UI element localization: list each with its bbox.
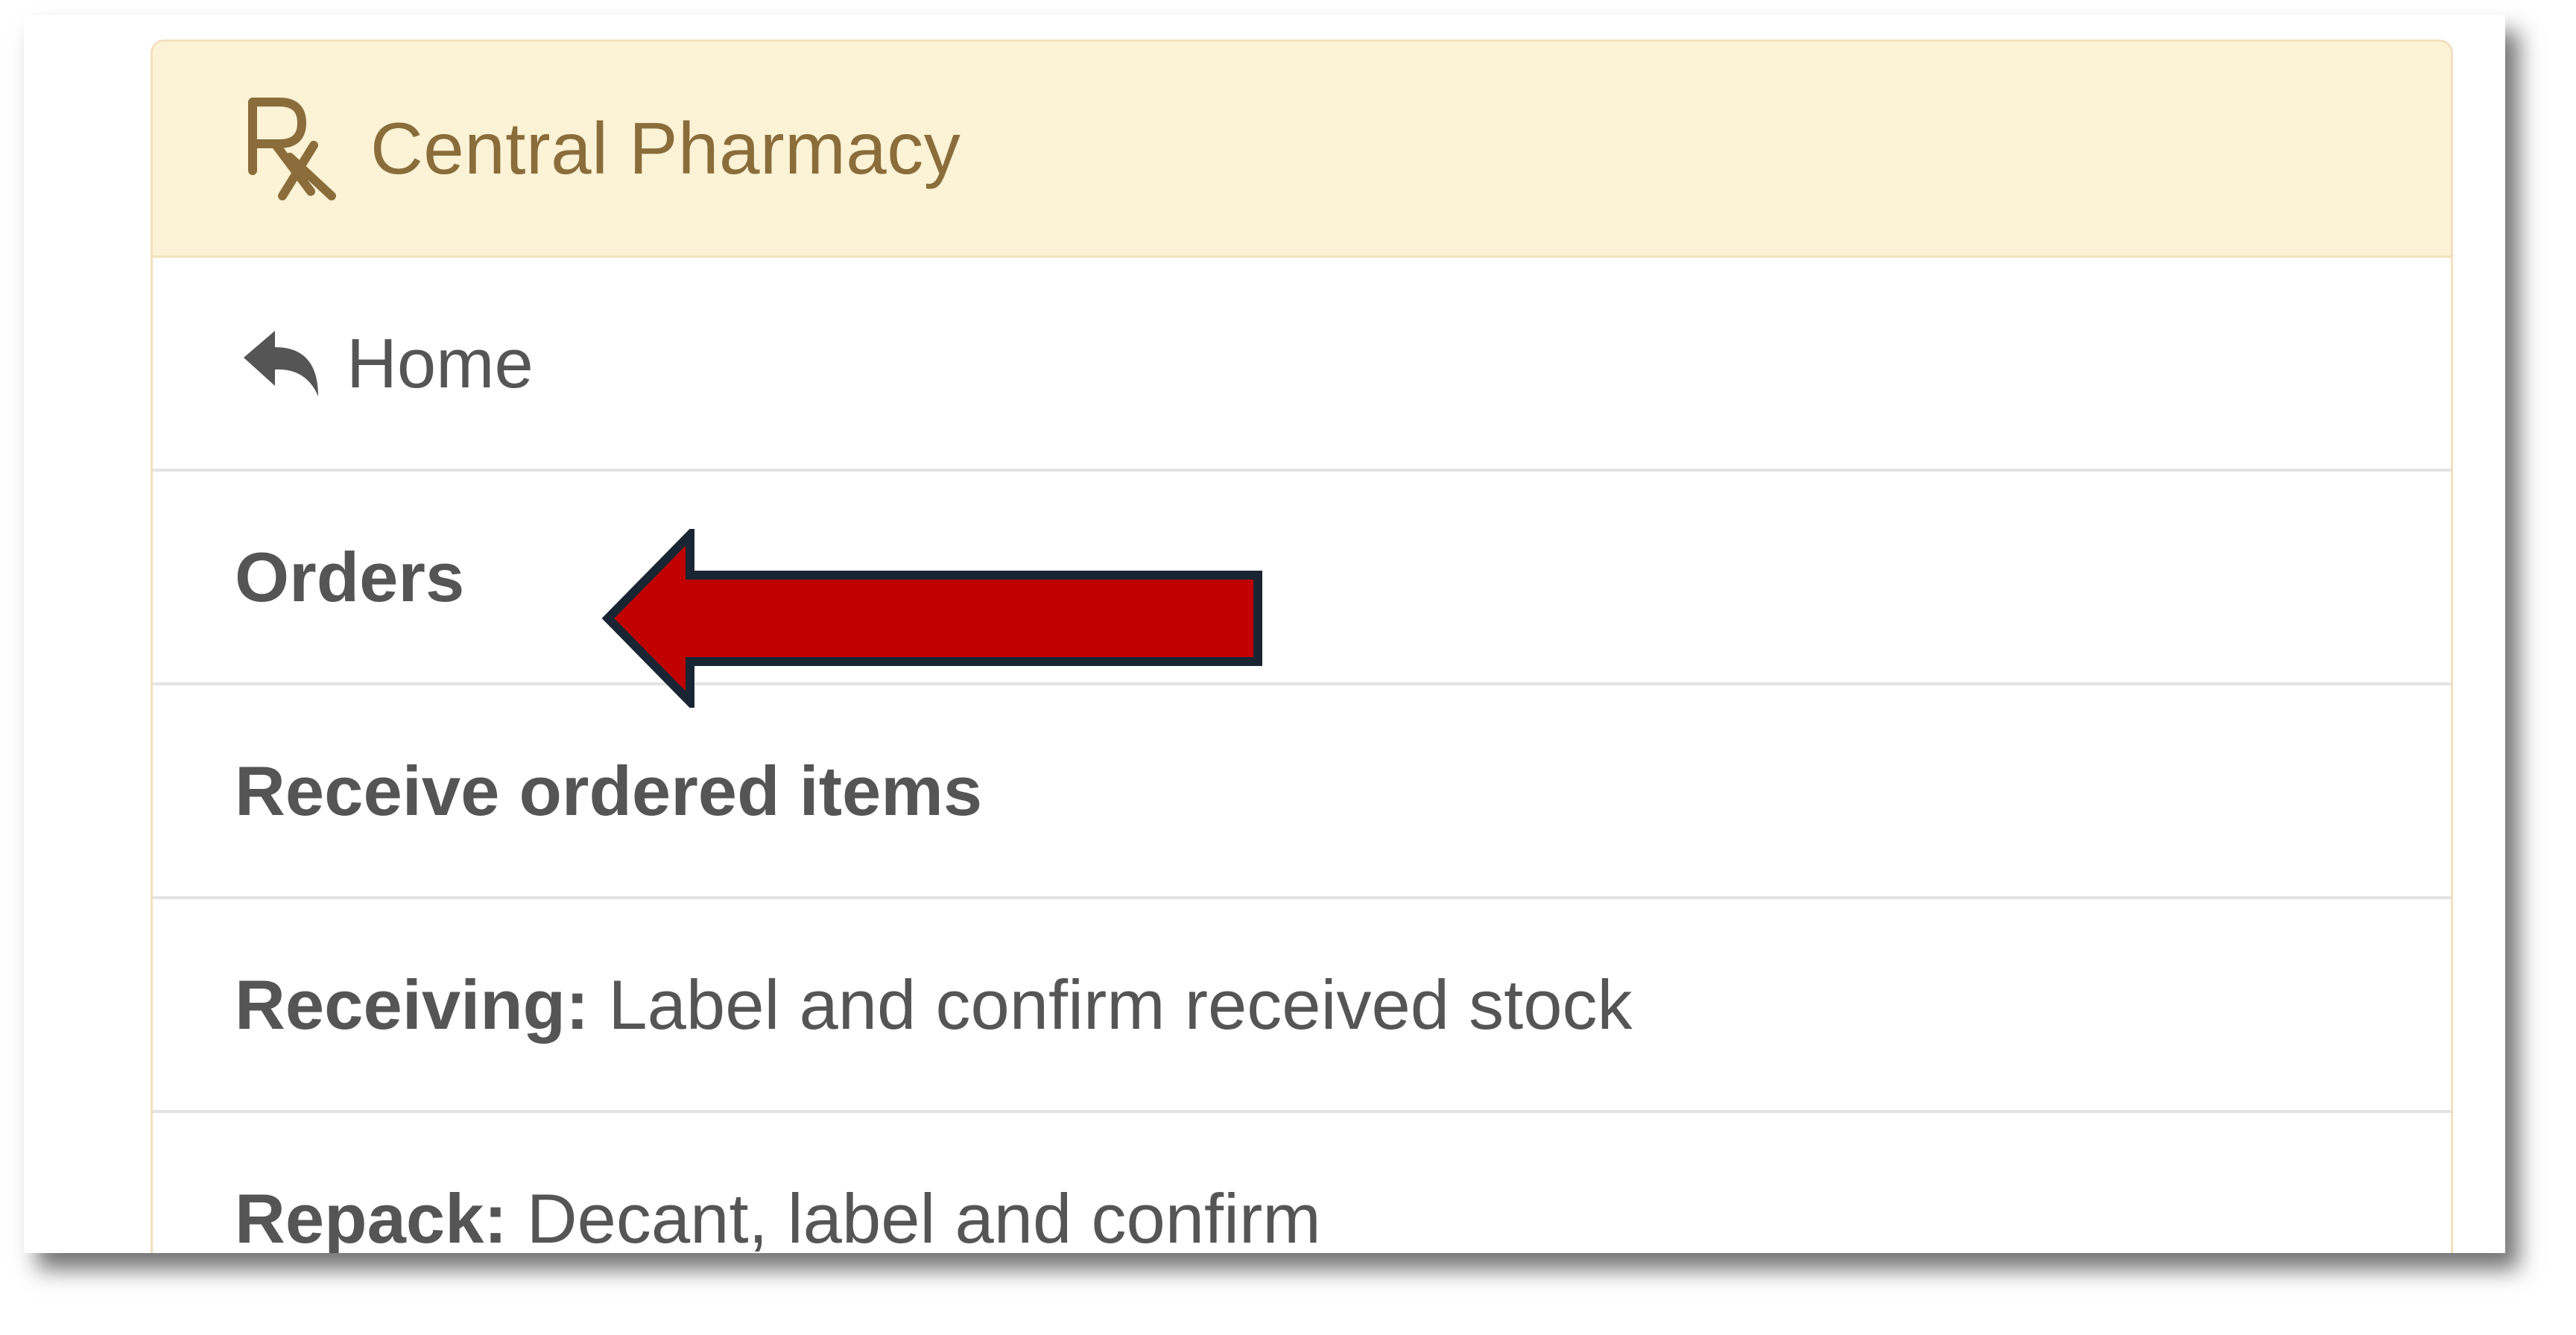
panel-title: Central Pharmacy bbox=[370, 107, 961, 189]
menu-item-description: Decant, label and confirm bbox=[526, 1179, 1321, 1254]
menu-item-home[interactable]: Home bbox=[153, 258, 2451, 472]
menu-item-receive-ordered-items[interactable]: Receive ordered items bbox=[153, 685, 2451, 899]
screenshot-frame: Central Pharmacy Home Orders Receive ord… bbox=[24, 15, 2505, 1253]
menu-item-description: Label and confirm received stock bbox=[608, 965, 1633, 1044]
menu-item-orders[interactable]: Orders bbox=[153, 472, 2451, 685]
menu-item-label: Receive ordered items bbox=[235, 751, 983, 830]
menu-item-label: Repack: bbox=[235, 1179, 507, 1254]
reply-arrow-icon bbox=[241, 328, 323, 399]
menu-item-label: Orders bbox=[235, 537, 465, 616]
rx-icon bbox=[242, 93, 339, 205]
pharmacy-menu-panel: Central Pharmacy Home Orders Receive ord… bbox=[151, 39, 2453, 1253]
pointer-arrow-icon bbox=[601, 524, 1273, 713]
menu-item-label: Home bbox=[346, 323, 534, 402]
menu-item-label: Receiving: bbox=[235, 965, 589, 1044]
menu-item-repack[interactable]: Repack: Decant, label and confirm bbox=[153, 1113, 2451, 1254]
panel-heading: Central Pharmacy bbox=[153, 42, 2451, 258]
menu-item-receiving[interactable]: Receiving: Label and confirm received st… bbox=[153, 899, 2451, 1113]
